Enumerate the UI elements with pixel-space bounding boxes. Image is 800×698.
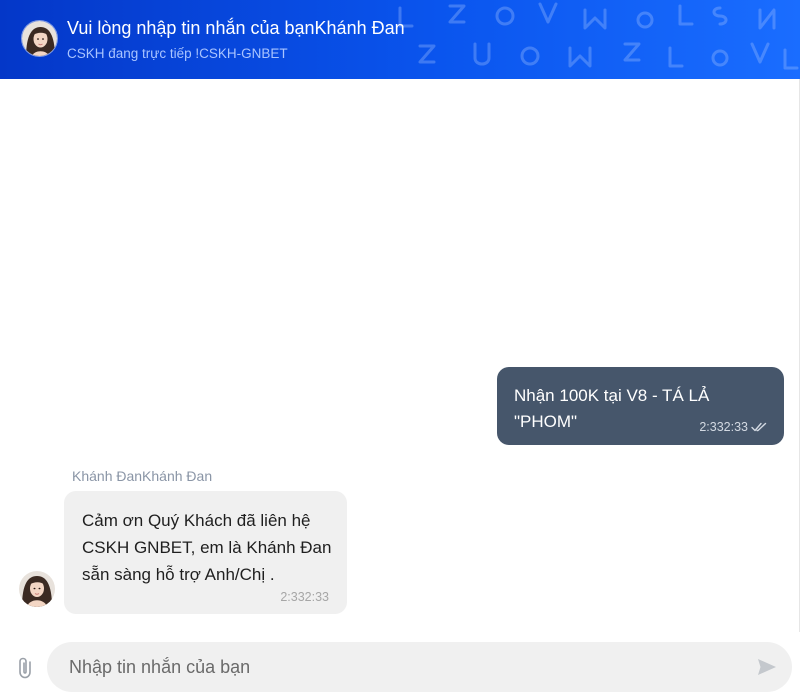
double-check-icon [751, 422, 767, 432]
message-list[interactable]: Nhận 100K tại V8 - TÁ LẢ "PHOM" 2:332:33… [0, 79, 800, 632]
header-pattern-decoration [398, 2, 799, 70]
chat-header: Vui lòng nhập tin nhắn của bạnKhánh Đan … [0, 0, 800, 79]
paperclip-icon[interactable] [14, 656, 38, 680]
chat-title: Vui lòng nhập tin nhắn của bạnKhánh Đan [67, 18, 405, 38]
message-input[interactable] [69, 642, 729, 692]
message-composer [0, 632, 800, 698]
agent-avatar-message [19, 571, 55, 607]
incoming-sender-name: Khánh ĐanKhánh Đan [72, 468, 213, 484]
agent-status: CSKH đang trực tiếp !CSKH-GNBET [67, 46, 288, 61]
message-input-container [47, 642, 792, 692]
chat-widget: Vui lòng nhập tin nhắn của bạnKhánh Đan … [0, 0, 800, 698]
outgoing-message-time: 2:332:33 [699, 420, 748, 434]
incoming-message-time: 2:332:33 [280, 590, 329, 604]
outgoing-message: Nhận 100K tại V8 - TÁ LẢ "PHOM" 2:332:33 [497, 367, 784, 445]
incoming-message-text: Cảm ơn Quý Khách đã liên hệ CSKH GNBET, … [82, 511, 332, 584]
send-icon[interactable] [756, 656, 778, 678]
agent-avatar-header [21, 20, 58, 57]
incoming-message: Cảm ơn Quý Khách đã liên hệ CSKH GNBET, … [64, 491, 347, 614]
